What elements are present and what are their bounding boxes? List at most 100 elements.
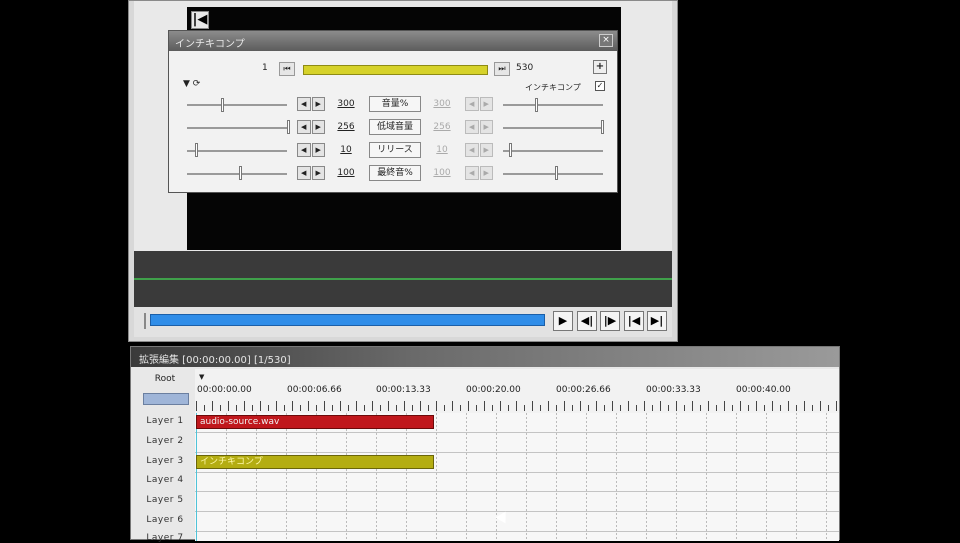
ruler-tick [564, 401, 565, 411]
prev-frame-button[interactable]: ◀| [577, 311, 597, 331]
root-scene-button[interactable]: Root [139, 374, 191, 384]
timeline-titlebar[interactable]: 拡張編集 [00:00:00.00] [1/530] [131, 347, 839, 367]
param-end-arrows: ◀ ▶ [465, 143, 493, 157]
layer-label[interactable]: Layer 6 [139, 515, 191, 525]
slider-thumb [509, 143, 512, 157]
ruler-tick [740, 401, 741, 411]
ruler-tick [476, 405, 477, 411]
param-end-arrows: ◀ ▶ [465, 97, 493, 111]
play-button[interactable]: ▶ [553, 311, 573, 331]
arrow-right-icon: ▶ [479, 120, 493, 134]
layer-label[interactable]: Layer 1 [139, 416, 191, 426]
waveform-line [134, 278, 672, 280]
arrow-right-icon[interactable]: ▶ [311, 97, 325, 111]
ruler-label: 00:00:33.33 [646, 385, 701, 395]
frame-range-bar[interactable] [303, 65, 488, 75]
param-name-button[interactable]: 最終音% [369, 165, 421, 181]
ruler-tick [356, 401, 357, 411]
ruler-tick [548, 401, 549, 411]
slider-thumb[interactable] [287, 120, 290, 134]
arrow-left-icon[interactable]: ◀ [297, 166, 311, 180]
ruler-tick [364, 405, 365, 411]
ruler-tick [708, 401, 709, 411]
slider-thumb[interactable] [221, 98, 224, 112]
ruler-tick [828, 405, 829, 411]
filter-dialog: インチキコンプ × 1 ⏮ ⏭ 530 + ▼ ⟳ インチキコンプ ✓ ◀ ▶ … [168, 30, 618, 193]
param-slider[interactable] [187, 127, 287, 129]
ruler-tick [804, 401, 805, 411]
add-keyframe-button[interactable]: + [593, 60, 607, 74]
prev-keyframe-button[interactable]: ⏮ [279, 62, 295, 76]
filter-clip[interactable]: インチキコンプ [196, 455, 434, 469]
collapse-icon[interactable]: ▼ ⟳ [183, 79, 200, 89]
frame-start-label: 1 [262, 63, 268, 73]
next-frame-button[interactable]: |▶ [600, 311, 620, 331]
layer-label[interactable]: Layer 2 [139, 436, 191, 446]
ruler-tick [612, 401, 613, 411]
arrow-left-icon: ◀ [465, 97, 479, 111]
ruler-tick [636, 405, 637, 411]
go-to-start-button[interactable]: |◀ [624, 311, 644, 331]
ruler-tick [724, 401, 725, 411]
dialog-titlebar[interactable]: インチキコンプ × [169, 31, 617, 51]
arrow-left-icon[interactable]: ◀ [297, 120, 311, 134]
ruler-tick [236, 405, 237, 411]
param-arrows[interactable]: ◀ ▶ [297, 143, 325, 157]
slider-thumb [535, 98, 538, 112]
ruler-tick [492, 405, 493, 411]
playhead-line[interactable] [196, 413, 197, 541]
ruler-label: 00:00:00.00 [197, 385, 252, 395]
arrow-right-icon: ▶ [479, 143, 493, 157]
slider-thumb[interactable] [239, 166, 242, 180]
arrow-right-icon[interactable]: ▶ [311, 120, 325, 134]
ruler-tick [540, 405, 541, 411]
filter-enable-checkbox[interactable]: ✓ [595, 81, 605, 91]
audio-clip[interactable]: audio-source.wav [196, 415, 434, 429]
seek-handle[interactable] [144, 313, 146, 329]
param-value[interactable]: 10 [331, 145, 361, 155]
param-arrows[interactable]: ◀ ▶ [297, 97, 325, 111]
ruler-tick [484, 401, 485, 411]
param-value[interactable]: 100 [331, 168, 361, 178]
timeline-grid[interactable]: audio-source.wav インチキコンプ [195, 413, 839, 541]
ruler-tick [212, 401, 213, 411]
ruler-tick [252, 405, 253, 411]
seek-area: ▶ ◀| |▶ |◀ ▶| [134, 307, 672, 337]
param-value[interactable]: 300 [331, 99, 361, 109]
arrow-right-icon[interactable]: ▶ [311, 166, 325, 180]
zoom-scale-bar[interactable] [143, 393, 189, 405]
ruler-tick [628, 401, 629, 411]
arrow-left-icon[interactable]: ◀ [297, 143, 311, 157]
layer-label[interactable]: Layer 4 [139, 475, 191, 485]
layer-label[interactable]: Layer 5 [139, 495, 191, 505]
ruler-tick [772, 401, 773, 411]
param-arrows[interactable]: ◀ ▶ [297, 166, 325, 180]
go-to-end-button[interactable]: ▶| [647, 311, 667, 331]
param-value[interactable]: 256 [331, 122, 361, 132]
layer-label[interactable]: Layer 7 [139, 533, 191, 543]
close-button[interactable]: × [599, 34, 613, 47]
timeline-window: 拡張編集 [00:00:00.00] [1/530] Root ▼ 00:00:… [130, 346, 840, 543]
ruler-tick [196, 401, 197, 411]
layer-divider [195, 472, 839, 473]
go-to-start-icon[interactable]: |◀ [191, 11, 209, 29]
param-arrows[interactable]: ◀ ▶ [297, 120, 325, 134]
ruler-tick [268, 405, 269, 411]
seek-bar[interactable] [150, 314, 545, 326]
param-end-value: 256 [433, 122, 451, 132]
param-name-button[interactable]: 音量% [369, 96, 421, 112]
param-slider[interactable] [187, 150, 287, 152]
ruler-tick [340, 401, 341, 411]
next-keyframe-button[interactable]: ⏭ [494, 62, 510, 76]
param-slider[interactable] [187, 104, 287, 106]
time-ruler[interactable]: ▼ 00:00:00.00 00:00:06.66 00:00:13.33 00… [195, 369, 839, 414]
ruler-tick [756, 401, 757, 411]
param-name-button[interactable]: 低域音量 [369, 119, 421, 135]
arrow-left-icon[interactable]: ◀ [297, 97, 311, 111]
param-slider[interactable] [187, 173, 287, 175]
slider-thumb[interactable] [195, 143, 198, 157]
arrow-right-icon[interactable]: ▶ [311, 143, 325, 157]
layer-label[interactable]: Layer 3 [139, 456, 191, 466]
ruler-tick [428, 405, 429, 411]
param-name-button[interactable]: リリース [369, 142, 421, 158]
